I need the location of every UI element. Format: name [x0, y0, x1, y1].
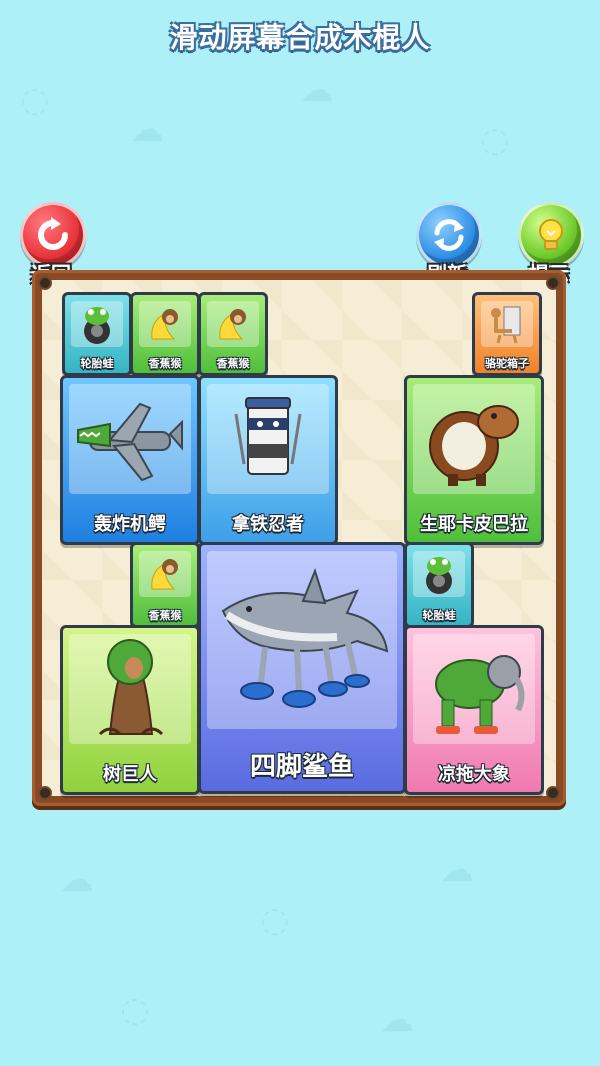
bg-swirl-icon: ☁ [380, 1000, 414, 1040]
bg-swirl-icon: ☁ [440, 850, 474, 890]
refresh-arrows-icon [434, 219, 464, 251]
bolt-icon [546, 276, 560, 290]
card-banana-monkey[interactable]: 香蕉猴 [198, 292, 268, 376]
card-name: 轮胎蛙 [422, 609, 456, 622]
tire-frog-icon [426, 557, 452, 594]
card-name: 香蕉猴 [148, 357, 182, 370]
card-name: 凉拖大象 [438, 764, 510, 785]
banana-monkey-icon [151, 559, 178, 590]
bg-swirl-icon: ☁ [300, 70, 334, 110]
tree-giant-icon [98, 639, 164, 736]
card-name: 生耶卡皮巴拉 [420, 514, 528, 535]
bg-swirl-icon: ◌ [20, 80, 50, 120]
card-tree-giant[interactable]: 树巨人 [60, 625, 200, 795]
card-name: 香蕉猴 [216, 357, 250, 370]
back-button[interactable]: 返回 [14, 202, 86, 286]
card-bomber-crocodile[interactable]: 轰炸机鳄 [60, 375, 200, 545]
bolt-icon [38, 786, 52, 800]
latte-ninja-icon [234, 397, 302, 475]
shark-with-shoes-icon [221, 568, 389, 708]
card-sandal-elephant[interactable]: 凉拖大象 [404, 625, 544, 795]
card-tire-frog[interactable]: 轮胎蛙 [404, 542, 474, 628]
card-latte-ninja[interactable]: 拿铁忍者 [198, 375, 338, 545]
card-tire-frog[interactable]: 轮胎蛙 [62, 292, 132, 376]
bolt-icon [38, 276, 52, 290]
camel-fridge-icon [491, 306, 521, 344]
elephant-sandals-icon [435, 655, 525, 734]
card-name: 拿铁忍者 [232, 514, 304, 535]
card-banana-monkey[interactable]: 香蕉猴 [130, 292, 200, 376]
bolt-icon [546, 786, 560, 800]
card-name: 香蕉猴 [148, 609, 182, 622]
bg-swirl-icon: ◌ [120, 990, 150, 1030]
refresh-button[interactable]: 刷新 [410, 202, 482, 286]
hint-button[interactable]: 提示 [512, 202, 584, 286]
capybara-icon [429, 405, 519, 486]
card-four-legged-shark[interactable]: 四脚鲨鱼 [198, 542, 406, 794]
card-name: 轰炸机鳄 [94, 514, 166, 535]
bg-swirl-icon: ◌ [260, 900, 290, 940]
card-name: 轮胎蛙 [80, 357, 114, 370]
page-title: 滑动屏幕合成木棍人 [169, 21, 431, 54]
card-name: 树巨人 [103, 764, 157, 785]
bg-swirl-icon: ☁ [60, 860, 94, 900]
restart-arrow-icon [38, 217, 68, 250]
card-capybara[interactable]: 生耶卡皮巴拉 [404, 375, 544, 545]
card-name: 四脚鲨鱼 [249, 752, 354, 782]
bg-swirl-icon: ◌ [480, 120, 510, 160]
card-name: 骆驼箱子 [485, 357, 529, 370]
tire-frog-icon [84, 307, 110, 344]
banana-monkey-icon [151, 309, 178, 340]
banana-monkey-icon [219, 309, 246, 340]
card-camel-fridge[interactable]: 骆驼箱子 [472, 292, 542, 376]
lightbulb-icon [539, 219, 563, 250]
card-banana-monkey[interactable]: 香蕉猴 [130, 542, 200, 628]
bomber-crocodile-icon [77, 402, 183, 482]
bg-swirl-icon: ☁ [130, 110, 164, 150]
